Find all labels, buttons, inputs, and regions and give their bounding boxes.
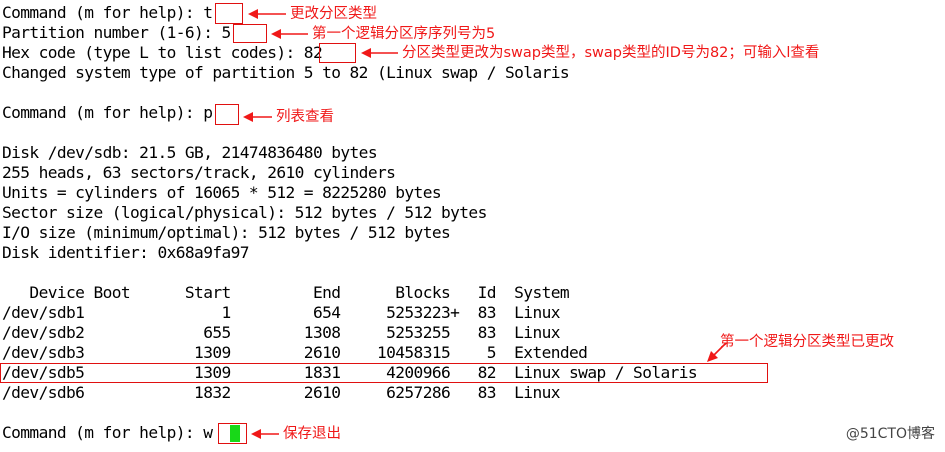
annotation-save-exit: 保存退出 [283,426,341,442]
annotation-changed-note: 第一个逻辑分区类型已更改 [720,334,894,350]
annotation-swap-note: 分区类型更改为swap类型，swap类型的ID号为82；可输入l查看 [402,45,820,61]
watermark: @51CTO博客 [845,426,935,442]
annotation-list-view: 列表查看 [276,109,334,125]
arrow-icons [243,9,727,439]
annotation-change-type: 更改分区类型 [290,6,377,22]
annotation-first-logical: 第一个逻辑分区序序列号为5 [312,26,496,42]
